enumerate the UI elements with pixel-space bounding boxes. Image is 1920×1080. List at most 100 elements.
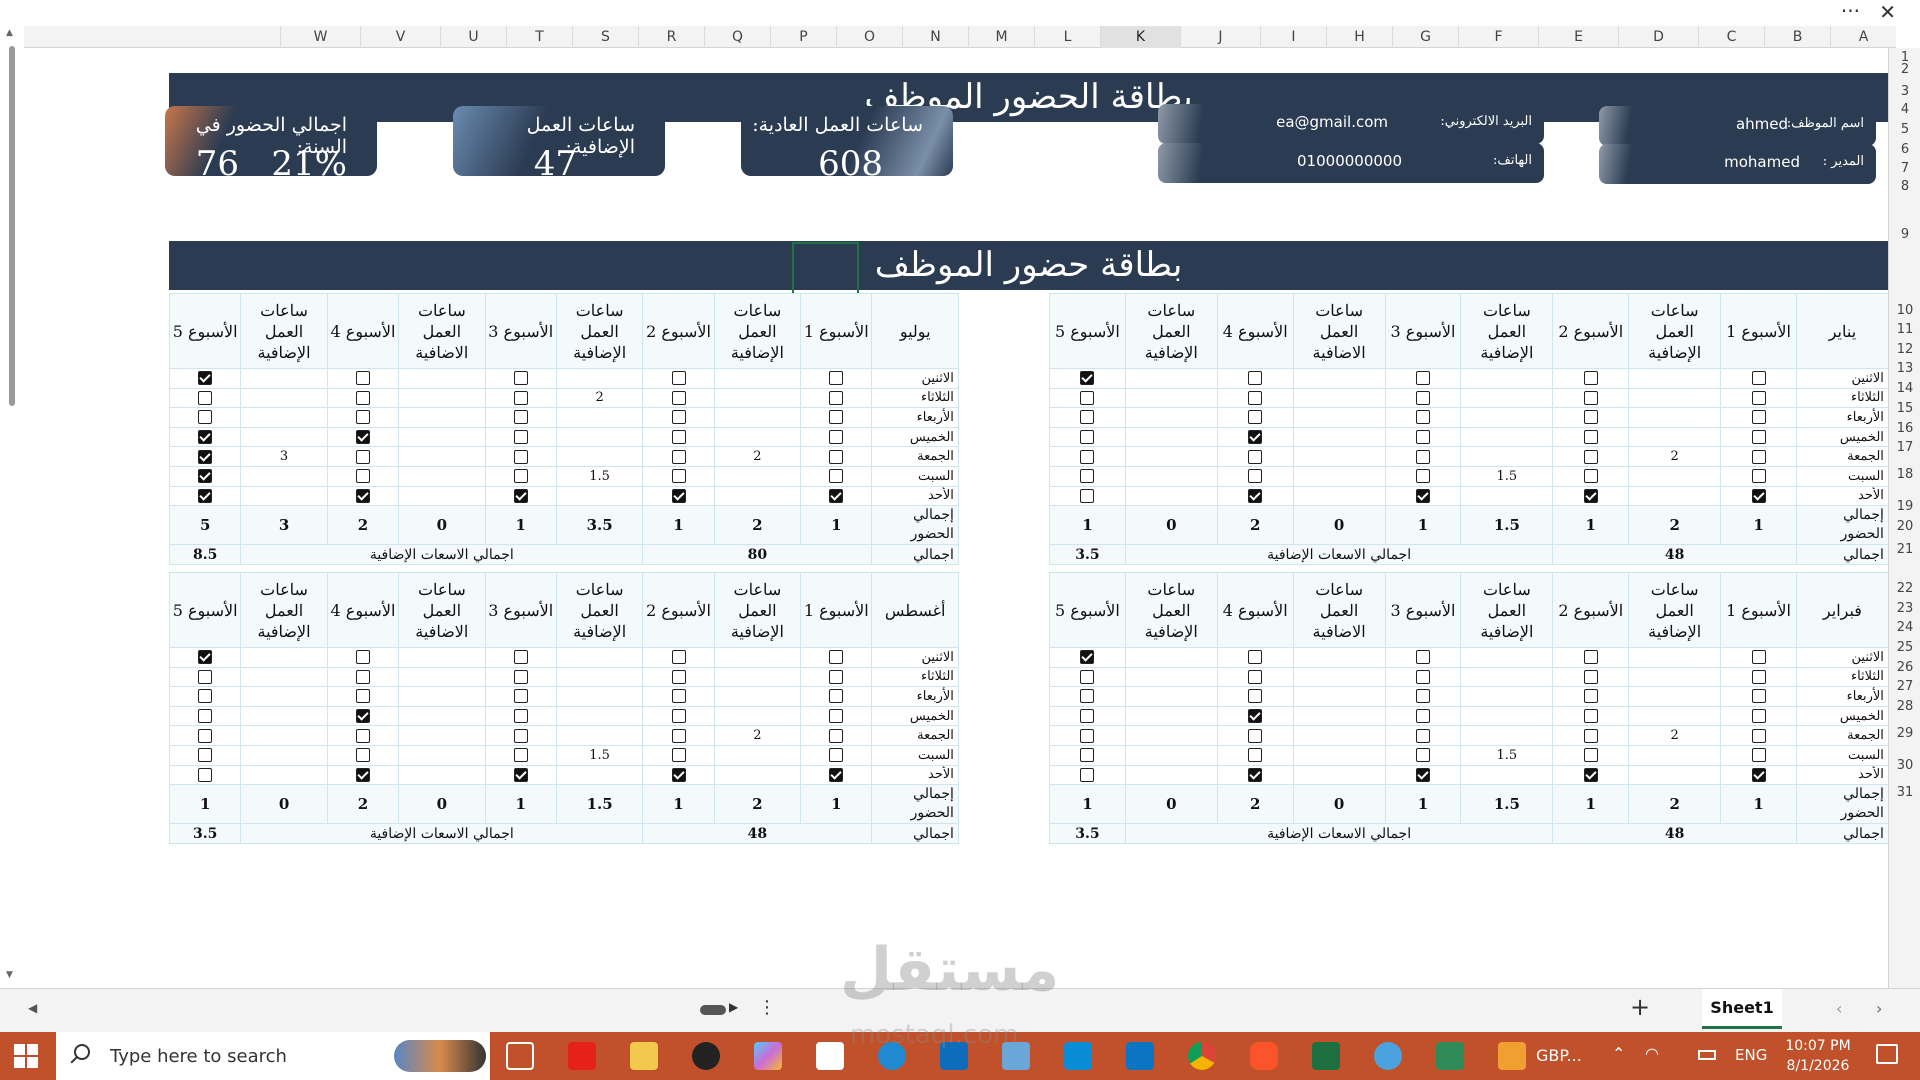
attendance-checkbox[interactable] xyxy=(1080,767,1095,782)
attendance-checkbox[interactable] xyxy=(1415,669,1430,684)
attendance-checkbox[interactable] xyxy=(671,371,686,386)
day-label[interactable]: الاثنين xyxy=(871,647,959,668)
week-header[interactable]: الأسبوع 5 xyxy=(1049,293,1126,369)
week-header[interactable]: الأسبوع 1 xyxy=(1720,293,1797,369)
overtime-header[interactable]: ساعات العمل الاضافية xyxy=(1292,572,1386,648)
total-cell[interactable]: 0 xyxy=(398,784,486,825)
row-header[interactable]: 4 xyxy=(1889,102,1920,117)
attendance-checkbox[interactable] xyxy=(829,669,844,684)
row-header[interactable]: 3 xyxy=(1889,84,1920,99)
attendance-checkbox[interactable] xyxy=(671,709,686,724)
week-checkbox-cell[interactable] xyxy=(1049,426,1126,448)
attendance-checkbox[interactable] xyxy=(198,488,213,503)
column-header-p[interactable]: P xyxy=(770,26,836,48)
overtime-header[interactable]: ساعات العمل الإضافية xyxy=(1124,572,1218,648)
week-checkbox-cell[interactable] xyxy=(326,407,400,428)
week-checkbox-cell[interactable] xyxy=(1216,485,1294,507)
week-checkbox-cell[interactable] xyxy=(168,407,242,428)
week-checkbox-cell[interactable] xyxy=(642,387,715,409)
overtime-cell[interactable] xyxy=(713,744,802,766)
column-header-j[interactable]: J xyxy=(1180,26,1260,48)
overtime-header[interactable]: ساعات العمل الاضافية xyxy=(398,572,486,648)
week-checkbox-cell[interactable] xyxy=(168,647,242,668)
week-checkbox-cell[interactable] xyxy=(326,647,400,668)
week-checkbox-cell[interactable] xyxy=(1384,465,1462,487)
row-header[interactable]: 28 xyxy=(1889,699,1920,714)
week-checkbox-cell[interactable] xyxy=(326,446,400,467)
column-header-s[interactable]: S xyxy=(572,26,638,48)
attendance-checkbox[interactable] xyxy=(829,390,844,405)
attendance-checkbox[interactable] xyxy=(513,669,528,684)
week-checkbox-cell[interactable] xyxy=(168,465,242,487)
row-header[interactable]: 15 xyxy=(1889,401,1920,416)
week-checkbox-cell[interactable] xyxy=(642,407,715,428)
attendance-checkbox[interactable] xyxy=(1415,689,1430,704)
week-checkbox-cell[interactable] xyxy=(642,485,715,507)
week-header[interactable]: الأسبوع 1 xyxy=(800,572,873,648)
column-header-i[interactable]: I xyxy=(1260,26,1326,48)
attendance-checkbox[interactable] xyxy=(355,469,370,484)
attendance-checkbox[interactable] xyxy=(1751,748,1766,763)
total-cell[interactable]: 1 xyxy=(484,784,557,825)
total-cell[interactable]: 1 xyxy=(642,505,715,546)
total-cell[interactable]: 1 xyxy=(1049,505,1126,546)
total-cell[interactable]: 2 xyxy=(1216,784,1294,825)
overtime-cell[interactable] xyxy=(555,764,644,786)
overtime-cell[interactable] xyxy=(1124,426,1218,448)
overtime-cell[interactable]: 2 xyxy=(713,725,802,746)
overtime-cell[interactable] xyxy=(1628,705,1722,727)
day-label[interactable]: الثلاثاء xyxy=(871,666,959,688)
overtime-cell[interactable] xyxy=(240,407,328,428)
store-icon[interactable] xyxy=(816,1042,844,1070)
attendance-checkbox[interactable] xyxy=(1583,689,1598,704)
attendance-checkbox[interactable] xyxy=(198,390,213,405)
week-checkbox-cell[interactable] xyxy=(1049,407,1126,428)
week-checkbox-cell[interactable] xyxy=(1720,744,1797,766)
attendance-checkbox[interactable] xyxy=(355,650,370,665)
week-checkbox-cell[interactable] xyxy=(642,446,715,467)
vertical-scroll-thumb[interactable] xyxy=(9,46,15,406)
week-checkbox-cell[interactable] xyxy=(800,744,873,766)
overtime-cell[interactable] xyxy=(398,686,486,707)
overtime-cell[interactable] xyxy=(713,485,802,507)
scroll-up-icon[interactable]: ▲ xyxy=(6,28,13,38)
overtime-cell[interactable] xyxy=(240,426,328,448)
attendance-checkbox[interactable] xyxy=(1751,430,1766,445)
attendance-checkbox[interactable] xyxy=(1751,669,1766,684)
overtime-cell[interactable] xyxy=(1460,485,1554,507)
day-label[interactable]: الأربعاء xyxy=(871,407,959,428)
attendance-checkbox[interactable] xyxy=(1415,767,1430,782)
overtime-cell[interactable] xyxy=(1628,686,1722,707)
overtime-cell[interactable] xyxy=(1124,666,1218,688)
attendance-checkbox[interactable] xyxy=(355,390,370,405)
battery-icon[interactable] xyxy=(1698,1050,1716,1060)
day-label[interactable]: الجمعة xyxy=(1795,446,1888,467)
overtime-cell[interactable] xyxy=(1628,647,1722,668)
overtime-cell[interactable] xyxy=(1124,485,1218,507)
attendance-checkbox[interactable] xyxy=(355,488,370,503)
week-checkbox-cell[interactable] xyxy=(1049,725,1126,746)
total-cell[interactable]: 1 xyxy=(168,784,242,825)
attendance-checkbox[interactable] xyxy=(513,748,528,763)
attendance-checkbox[interactable] xyxy=(355,371,370,386)
overtime-cell[interactable] xyxy=(398,744,486,766)
attendance-checkbox[interactable] xyxy=(198,650,213,665)
attendance-checkbox[interactable] xyxy=(1751,410,1766,425)
attendance-checkbox[interactable] xyxy=(829,449,844,464)
overtime-cell[interactable] xyxy=(1124,686,1218,707)
overtime-cell[interactable] xyxy=(1292,407,1386,428)
attendance-checkbox[interactable] xyxy=(671,410,686,425)
overtime-cell[interactable] xyxy=(555,485,644,507)
row-header[interactable]: 29 xyxy=(1889,726,1920,741)
overtime-cell[interactable]: 1.5 xyxy=(1460,465,1554,487)
total-cell[interactable]: 1 xyxy=(800,784,873,825)
week-checkbox-cell[interactable] xyxy=(1384,485,1462,507)
attendance-checkbox[interactable] xyxy=(1583,650,1598,665)
day-label[interactable]: الاثنين xyxy=(1795,368,1888,389)
attendance-checkbox[interactable] xyxy=(355,449,370,464)
overtime-cell[interactable] xyxy=(1628,387,1722,409)
clock[interactable]: 10:07 PM 8/1/2026 xyxy=(1778,1036,1858,1076)
overtime-cell[interactable] xyxy=(1460,407,1554,428)
week-header[interactable]: الأسبوع 5 xyxy=(168,293,242,369)
week-header[interactable]: الأسبوع 5 xyxy=(1049,572,1126,648)
